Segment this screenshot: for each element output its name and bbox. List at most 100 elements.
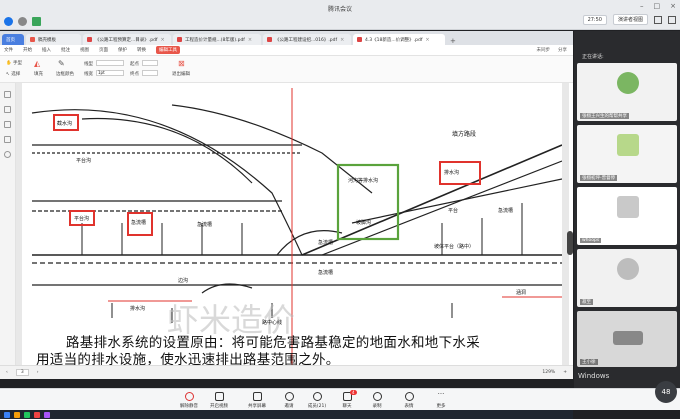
next-page-icon[interactable]: ›	[37, 370, 39, 375]
menu-item-page[interactable]: 页面	[99, 47, 108, 53]
participant-tile[interactable]: 王小徐	[577, 311, 677, 367]
participant-tile[interactable]: 张栩王兴生的帮帮共享	[577, 63, 677, 121]
unmute-button[interactable]: 解除静音	[176, 392, 202, 409]
tab-template[interactable]: 稿壳模板	[26, 34, 81, 45]
chat-button[interactable]: 聊天 4	[334, 390, 360, 409]
fill-icon[interactable]: ◭	[34, 59, 40, 68]
select-tool[interactable]: ↖ 选择	[6, 71, 20, 77]
menu-item-insert[interactable]: 插入	[42, 47, 51, 53]
tab-pdf-active[interactable]: 4.3《18新造...价调整》.pdf ×	[353, 34, 445, 45]
tab-pdf-1[interactable]: 《公路工程预算定...目录》.pdf ×	[83, 34, 171, 45]
prev-page-icon[interactable]: ‹	[6, 370, 8, 375]
share-screen-button[interactable]: 共享屏幕	[244, 392, 270, 409]
label-chute-1: 急流槽	[131, 220, 147, 226]
end-select[interactable]	[142, 70, 158, 76]
label-toe-ditch: 坡脚沟	[356, 220, 372, 226]
border-color-button[interactable]: 边框颜色	[56, 71, 74, 77]
pen-icon[interactable]: ✎	[58, 59, 65, 68]
menu-item-convert[interactable]: 转换	[137, 47, 146, 53]
speaker-view-button[interactable]: 演讲者视图	[612, 14, 648, 25]
attachment-icon[interactable]	[4, 136, 11, 143]
reactions-button[interactable]: 表情	[396, 392, 422, 409]
zoom-level[interactable]: 129%	[542, 370, 555, 375]
status-bar: ‹ 3 › 129% +	[0, 365, 573, 379]
participant-tile[interactable]: 菽至	[577, 249, 677, 307]
video-button[interactable]: 开启视频	[206, 392, 232, 409]
zoom-in-icon[interactable]: +	[563, 370, 567, 375]
close-icon[interactable]: ×	[161, 37, 165, 43]
hand-tool-label: 手型	[13, 61, 23, 66]
start-label: 起点	[130, 62, 139, 67]
tab-pdf-2[interactable]: 工程造价计量规...(8年版).pdf ×	[173, 34, 261, 45]
file-icon	[30, 37, 35, 42]
maximize-icon[interactable]: □	[654, 2, 661, 10]
page-number-input[interactable]: 3	[15, 369, 29, 376]
new-tab-icon[interactable]: +	[450, 37, 456, 45]
hand-tool[interactable]: ✋ 手型	[6, 60, 22, 66]
label-river-ditch: 河沟等排水沟	[348, 178, 379, 184]
more-button[interactable]: ··· 更多	[428, 390, 454, 410]
app-icon[interactable]	[44, 411, 50, 418]
participant-tile[interactable]: whoops	[577, 187, 677, 245]
menu-item-start[interactable]: 开始	[23, 47, 32, 53]
side-scroll-handle[interactable]	[567, 231, 573, 255]
grid-icon[interactable]	[654, 15, 662, 24]
menu-item-view[interactable]: 视图	[80, 47, 89, 53]
caption-line-2: 用适当的排水设施，使水迅速排出路基范围之外。	[36, 352, 340, 365]
thumbnail-icon[interactable]	[4, 106, 11, 113]
pdf-icon	[357, 37, 362, 42]
left-sidebar	[0, 83, 16, 365]
fill-button[interactable]: 填充	[34, 71, 43, 77]
pdf-app-icon[interactable]	[34, 411, 40, 418]
minimize-icon[interactable]: –	[640, 2, 644, 10]
tab-pdf-3[interactable]: 《公路工程建设招...016》.pdf ×	[263, 34, 351, 45]
menu-item-edit-tools[interactable]: 编辑工具	[156, 46, 180, 54]
participants-panel: 正在讲话: 张栩王兴生的帮帮共享 张栩初坪-曾督停 whoops 菽至 王小徐	[574, 31, 680, 388]
label-culvert: 涵洞	[516, 290, 527, 296]
exit-edit-button[interactable]: 退出编辑	[172, 71, 190, 77]
close-icon[interactable]: ×	[340, 37, 344, 43]
share-button[interactable]: 分享	[558, 47, 567, 53]
chat-badge: 4	[350, 390, 357, 395]
info-icon[interactable]	[18, 16, 27, 26]
sync-status[interactable]: 未同步	[537, 47, 551, 53]
label-platform-ditch-2: 平台沟	[74, 216, 90, 222]
record-button[interactable]: 录制	[364, 392, 390, 409]
browser-icon[interactable]	[24, 411, 30, 418]
more-icon: ···	[437, 390, 445, 398]
tab-bar: 首页 稿壳模板 《公路工程预算定...目录》.pdf × 工程造价计量规...(8…	[0, 31, 573, 45]
pdf-icon	[87, 37, 92, 42]
reactions-label: 表情	[404, 404, 414, 409]
members-button[interactable]: 成员(21)	[304, 392, 330, 409]
participant-tile[interactable]: 张栩初坪-曾督停	[577, 125, 677, 183]
menu-item-annotate[interactable]: 批注	[61, 47, 70, 53]
label-chute-2: 急流槽	[197, 222, 213, 228]
close-icon[interactable]: ×	[425, 37, 429, 43]
more-label: 更多	[436, 404, 446, 409]
bookmark-icon[interactable]	[4, 91, 11, 98]
avatar	[617, 196, 639, 218]
document-viewport[interactable]: 虾米造价 截水沟 平台沟 平台沟 急流槽 急流槽 边沟 排水沟 河沟等排水沟 坡…	[16, 83, 569, 365]
exit-icon[interactable]: ⊠	[178, 59, 185, 68]
record-icon	[372, 392, 382, 401]
line-type-select[interactable]	[96, 60, 124, 66]
menu-item-file[interactable]: 文件	[4, 47, 13, 53]
label-drain-ditch-right: 排水沟	[444, 170, 460, 176]
close-icon[interactable]: ×	[248, 37, 252, 43]
start-icon[interactable]	[4, 411, 10, 418]
fullscreen-icon[interactable]	[668, 15, 676, 24]
comment-icon[interactable]	[4, 121, 11, 128]
search-icon[interactable]	[4, 151, 11, 158]
tab-label: 4.3《18新造...价调整》.pdf	[365, 37, 423, 43]
members-icon	[312, 392, 322, 401]
shield-icon[interactable]	[4, 16, 13, 26]
close-icon[interactable]: ×	[670, 2, 676, 10]
tab-home[interactable]: 首页	[2, 34, 24, 45]
label-slope-platform: 坡体平台（路中）	[434, 244, 475, 250]
start-select[interactable]	[142, 60, 158, 66]
menu-item-protect[interactable]: 保护	[118, 47, 127, 53]
line-width-select[interactable]: 1pt	[96, 70, 124, 76]
folder-icon[interactable]	[14, 411, 20, 418]
invite-button[interactable]: 邀请	[276, 392, 302, 409]
pdf-page: 虾米造价 截水沟 平台沟 平台沟 急流槽 急流槽 边沟 排水沟 河沟等排水沟 坡…	[22, 83, 562, 365]
